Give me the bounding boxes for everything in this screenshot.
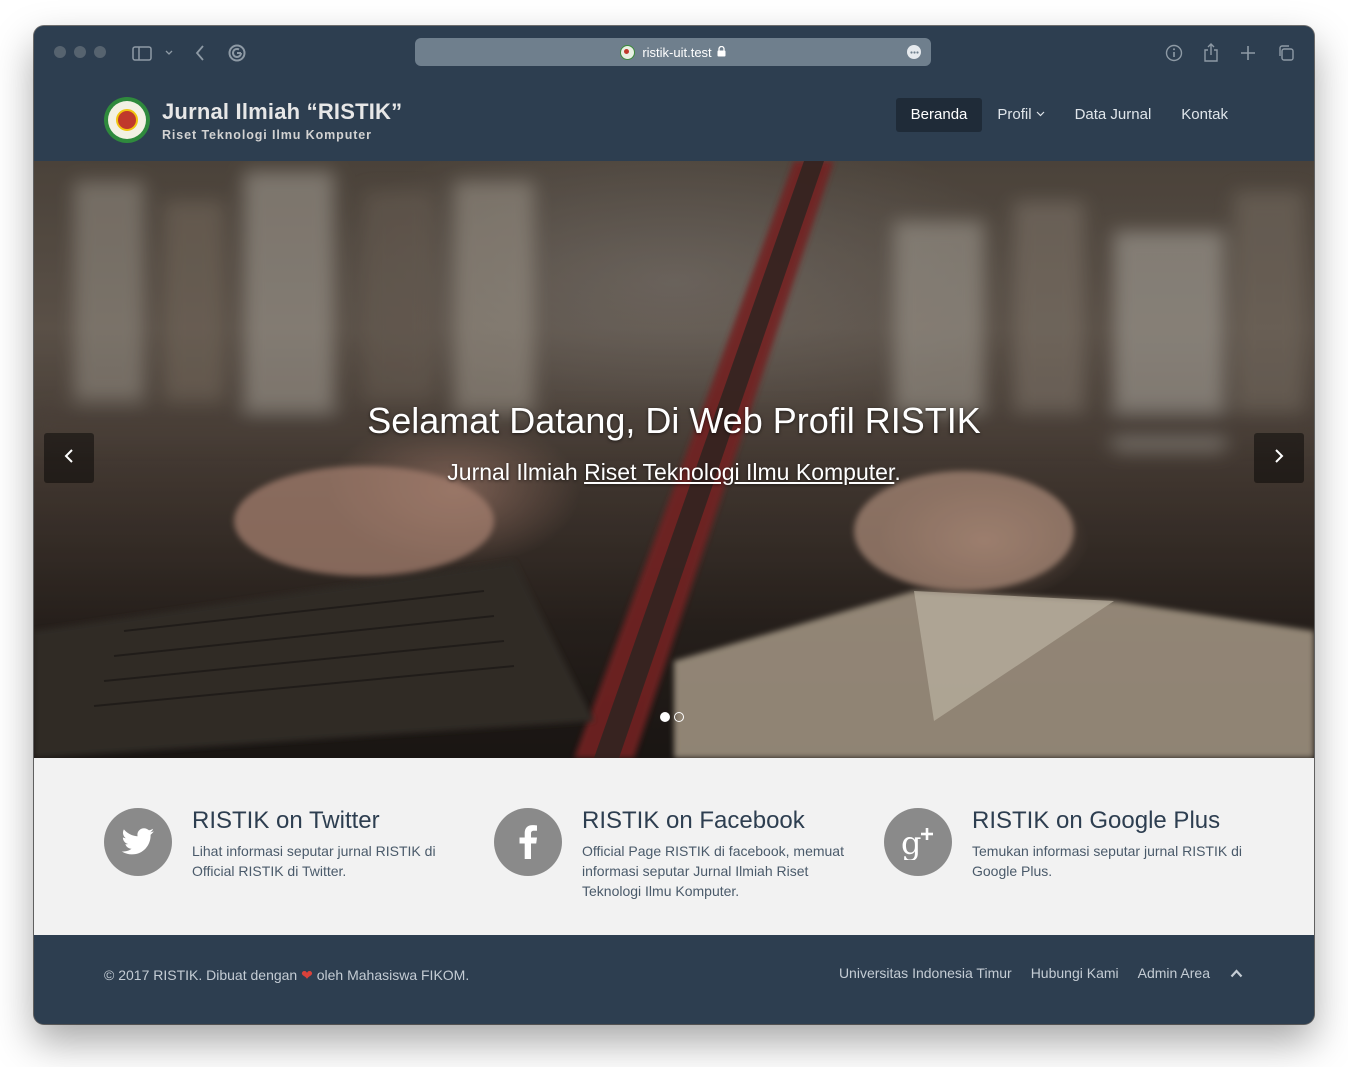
site-navbar: Jurnal Ilmiah “RISTIK” Riset Teknologi I… <box>34 78 1314 161</box>
nav-item-label: Kontak <box>1181 106 1228 123</box>
social-card-facebook: RISTIK on Facebook Official Page RISTIK … <box>494 807 854 908</box>
back-arrow-icon[interactable] <box>189 42 211 64</box>
close-window-button[interactable] <box>54 46 66 58</box>
social-title[interactable]: RISTIK on Facebook <box>582 807 805 835</box>
copyright-suffix: oleh Mahasiswa FIKOM. <box>312 967 470 983</box>
social-description: Official Page RISTIK di facebook, memuat… <box>582 843 844 899</box>
nav-item-data-jurnal[interactable]: Data Jurnal <box>1060 98 1167 132</box>
nav-item-profil[interactable]: Profil <box>982 98 1059 132</box>
sidebar-toggle-icon[interactable] <box>130 42 154 64</box>
hero-title: Selamat Datang, Di Web Profil RISTIK <box>367 400 981 441</box>
lock-icon <box>717 45 726 60</box>
carousel-indicator-1[interactable] <box>660 712 670 722</box>
carousel-indicators <box>660 712 684 722</box>
site-favicon-icon <box>620 44 636 60</box>
minimize-window-button[interactable] <box>74 46 86 58</box>
carousel-indicator-2[interactable] <box>674 712 684 722</box>
nav-item-label: Profil <box>997 106 1032 123</box>
nav-item-beranda[interactable]: Beranda <box>895 98 983 132</box>
heart-icon: ❤ <box>301 967 313 983</box>
social-section: RISTIK on Twitter Lihat informasi seputa… <box>34 758 1314 935</box>
footer-link-hubungi-kami[interactable]: Hubungi Kami <box>1031 965 1119 981</box>
social-title[interactable]: RISTIK on Twitter <box>192 807 380 835</box>
brand-title[interactable]: Jurnal Ilmiah “RISTIK” <box>162 99 402 125</box>
footer-link-universitas[interactable]: Universitas Indonesia Timur <box>839 965 1012 981</box>
chevron-left-icon <box>64 448 74 469</box>
browser-window: ristik-uit.test Jurnal Ilmiah “RISTIK” R… <box>34 26 1314 1024</box>
browser-toolbar: ristik-uit.test <box>34 26 1314 78</box>
twitter-icon[interactable] <box>104 808 172 876</box>
social-description: Temukan informasi seputar jurnal RISTIK … <box>972 843 1242 879</box>
copyright-text: © 2017 RISTIK. Dibuat dengan ❤ oleh Maha… <box>104 967 469 984</box>
footer-links: Universitas Indonesia Timur Hubungi Kami… <box>820 965 1244 981</box>
url-text: ristik-uit.test <box>642 44 712 60</box>
social-card-google-plus: g RISTIK on Google Plus Temukan informas… <box>884 807 1244 908</box>
hero-subtitle-suffix: . <box>894 459 901 485</box>
info-icon[interactable] <box>1163 42 1185 64</box>
nav-item-kontak[interactable]: Kontak <box>1166 98 1243 132</box>
tab-overview-icon[interactable] <box>1275 42 1297 64</box>
social-title[interactable]: RISTIK on Google Plus <box>972 807 1220 835</box>
new-tab-icon[interactable] <box>1237 42 1259 64</box>
social-card-twitter: RISTIK on Twitter Lihat informasi seputa… <box>104 807 464 908</box>
footer-link-admin-area[interactable]: Admin Area <box>1138 965 1210 981</box>
google-plus-icon[interactable]: g <box>884 808 952 876</box>
social-description: Lihat informasi seputar jurnal RISTIK di… <box>192 843 436 879</box>
nav-item-label: Data Jurnal <box>1074 106 1152 123</box>
chevron-down-icon <box>1036 98 1045 132</box>
hero-carousel: Selamat Datang, Di Web Profil RISTIK Jur… <box>34 161 1314 758</box>
site-logo-icon[interactable] <box>104 97 150 143</box>
chevron-right-icon <box>1274 448 1284 469</box>
svg-text:g: g <box>901 824 921 860</box>
carousel-prev-button[interactable] <box>44 433 94 483</box>
chevron-up-icon[interactable] <box>1228 965 1244 981</box>
facebook-icon[interactable] <box>494 808 562 876</box>
hero-subtitle: Jurnal Ilmiah Riset Teknologi Ilmu Kompu… <box>34 459 1314 486</box>
zoom-window-button[interactable] <box>94 46 106 58</box>
carousel-next-button[interactable] <box>1254 433 1304 483</box>
more-options-icon[interactable] <box>907 45 921 59</box>
copyright-prefix: © 2017 RISTIK. Dibuat dengan <box>104 967 302 983</box>
address-bar[interactable]: ristik-uit.test <box>415 38 931 66</box>
nav-item-label: Beranda <box>910 106 968 123</box>
share-icon[interactable] <box>1200 42 1222 64</box>
site-footer: © 2017 RISTIK. Dibuat dengan ❤ oleh Maha… <box>34 935 1314 1024</box>
hero-subtitle-link[interactable]: Riset Teknologi Ilmu Komputer <box>584 459 894 485</box>
brand-subtitle: Riset Teknologi Ilmu Komputer <box>162 128 372 142</box>
chevron-down-icon[interactable] <box>162 42 176 64</box>
hero-subtitle-prefix: Jurnal Ilmiah <box>447 459 585 485</box>
main-nav: Beranda Profil Data Jurnal Kontak <box>895 98 1243 132</box>
extension-icon[interactable] <box>226 42 248 64</box>
